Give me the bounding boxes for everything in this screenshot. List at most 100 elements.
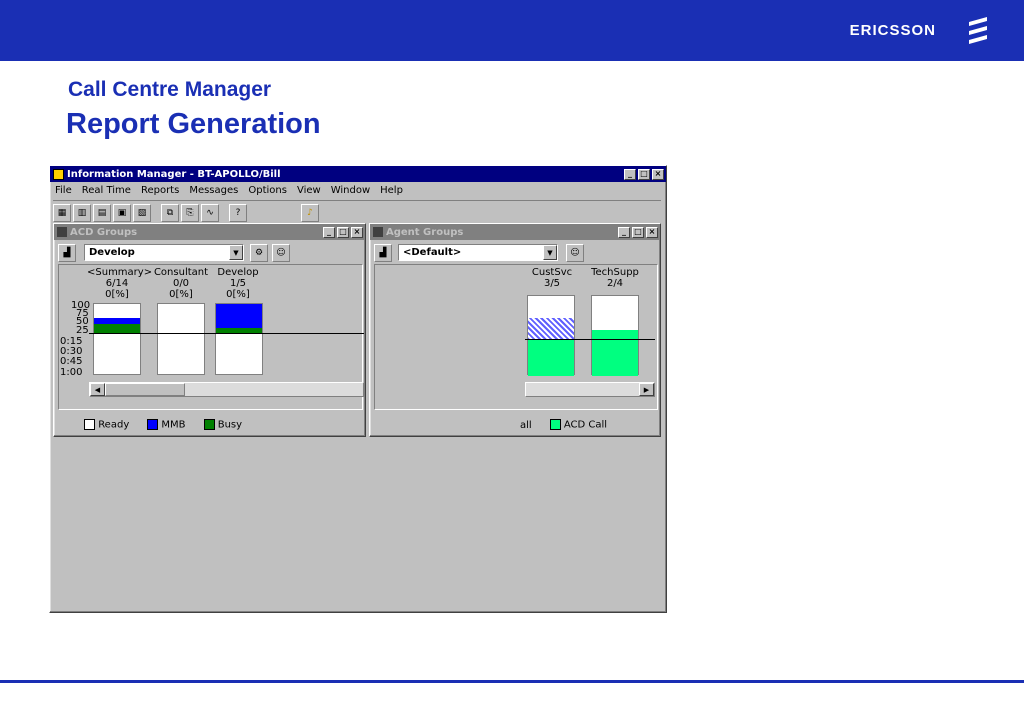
main-window: Information Manager - BT-APOLLO/Bill _ □… xyxy=(49,165,667,613)
agent-chart-area: CustSvc 3/5 TechSupp 2/4 ▶ xyxy=(374,264,658,410)
toolbar-grid-icon[interactable]: ▦ xyxy=(53,203,71,222)
acd-group-dropdown[interactable]: Develop ▼ xyxy=(84,244,244,261)
acd-col-summary: <Summary> 6/14 0[%] xyxy=(87,267,152,300)
toolbar-help-icon[interactable]: ? xyxy=(229,203,247,222)
chevron-down-icon[interactable]: ▼ xyxy=(543,245,557,260)
acd-col-name: Develop xyxy=(217,267,259,278)
acd-col-ratio: 6/14 xyxy=(105,278,129,289)
agent-person-icon[interactable]: ☺ xyxy=(566,244,584,262)
acd-call-swatch xyxy=(549,419,561,431)
acd-groups-title-bar[interactable]: ACD Groups _ □ × xyxy=(54,224,365,240)
acd-gauge-consultant xyxy=(157,303,205,375)
toolbar-table-icon[interactable]: ▣ xyxy=(113,203,131,222)
toolbar-chart-icon[interactable]: ▥ xyxy=(73,203,91,222)
menu-reports[interactable]: Reports xyxy=(136,185,184,196)
agent-chart-icon[interactable]: ▟ xyxy=(374,244,392,262)
toolbar-report-icon[interactable]: ▧ xyxy=(133,203,151,222)
agent-col-techsupp: TechSupp 2/4 xyxy=(587,267,643,289)
agent-group-dropdown[interactable]: <Default> ▼ xyxy=(398,244,558,261)
ready-segment xyxy=(94,304,140,318)
toolbar-list-icon[interactable]: ▤ xyxy=(93,203,111,222)
acd-groups-title: ACD Groups xyxy=(70,226,138,238)
acd-maximize-button[interactable]: □ xyxy=(337,226,349,238)
legend-ready-label: Ready xyxy=(98,419,130,431)
scroll-left-button[interactable]: ◀ xyxy=(90,383,105,396)
acd-col-pct: 0[%] xyxy=(226,289,250,300)
acd-agent-icon[interactable]: ☺ xyxy=(272,244,290,262)
acd-chart-icon[interactable]: ▟ xyxy=(58,244,76,262)
agent-gauge-techsupp xyxy=(591,295,639,376)
threshold-line xyxy=(525,339,655,340)
scale-label: 0:45 xyxy=(60,356,83,367)
acd-gauge-develop xyxy=(215,303,263,375)
busy-swatch xyxy=(203,419,215,431)
acd-groups-window: ACD Groups _ □ × ▟ Develop ▼ ⚙ ☺ <Summar… xyxy=(53,223,366,437)
scale-label: 1:00 xyxy=(60,367,83,378)
agent-col-name: CustSvc xyxy=(531,267,573,278)
acd-group-dropdown-value: Develop xyxy=(89,247,135,258)
footer-line xyxy=(0,680,1024,683)
legend-all-label: all xyxy=(520,419,532,431)
acd-close-button[interactable]: × xyxy=(351,226,363,238)
slide-title: Call Centre Manager xyxy=(68,78,272,101)
agent-groups-title: Agent Groups xyxy=(386,226,464,238)
legend-acd-call: ACD Call xyxy=(549,419,608,431)
menu-help[interactable]: Help xyxy=(375,185,408,196)
menu-messages[interactable]: Messages xyxy=(184,185,243,196)
menu-bar: File Real Time Reports Messages Options … xyxy=(50,182,666,198)
agent-col-ratio: 2/4 xyxy=(606,278,624,289)
legend-mmb: MMB xyxy=(147,419,186,431)
chevron-down-icon[interactable]: ▼ xyxy=(229,245,243,260)
acd-col-name: Consultant xyxy=(153,267,209,278)
acd-config-icon[interactable]: ⚙ xyxy=(250,244,268,262)
close-button[interactable]: × xyxy=(652,168,664,180)
agent-groups-window-icon xyxy=(373,227,383,237)
agent-col-ratio: 3/5 xyxy=(543,278,561,289)
maximize-button[interactable]: □ xyxy=(638,168,650,180)
mmb-segment xyxy=(216,304,262,328)
agent-col-name: TechSupp xyxy=(591,267,639,278)
menu-real-time[interactable]: Real Time xyxy=(77,185,136,196)
acd-call-segment xyxy=(528,340,574,376)
menu-options[interactable]: Options xyxy=(243,185,292,196)
main-window-title: Information Manager - BT-APOLLO/Bill xyxy=(67,168,281,180)
agent-minimize-button[interactable]: _ xyxy=(618,226,630,238)
acd-col-pct: 0[%] xyxy=(169,289,193,300)
agent-groups-title-bar[interactable]: Agent Groups _ □ × xyxy=(370,224,660,240)
brand-name: ERICSSON xyxy=(849,22,936,39)
scroll-thumb[interactable] xyxy=(105,383,185,396)
agent-col-custsvc: CustSvc 3/5 xyxy=(527,267,577,289)
acd-call-segment xyxy=(592,330,638,376)
toolbar-paste-icon[interactable]: ⎘ xyxy=(181,203,199,222)
acd-chart-area: <Summary> 6/14 0[%] Consultant 0/0 0[%] … xyxy=(58,264,364,410)
toolbar-bell-icon[interactable]: ♪ xyxy=(301,203,319,222)
agent-gauge-custsvc xyxy=(527,295,575,376)
scroll-right-button[interactable]: ▶ xyxy=(639,383,654,396)
acd-horizontal-scrollbar[interactable]: ◀ xyxy=(89,382,364,397)
acd-groups-window-icon xyxy=(57,227,67,237)
agent-close-button[interactable]: × xyxy=(646,226,658,238)
agent-legend: all ACD Call xyxy=(520,417,660,433)
legend-acd-call-label: ACD Call xyxy=(563,419,608,431)
menu-view[interactable]: View xyxy=(292,185,326,196)
acd-minimize-button[interactable]: _ xyxy=(323,226,335,238)
acd-col-ratio: 0/0 xyxy=(172,278,190,289)
hatched-segment xyxy=(528,318,574,340)
acd-gauge-summary xyxy=(93,303,141,375)
acd-legend: Ready MMB Busy xyxy=(84,417,364,433)
main-title-bar[interactable]: Information Manager - BT-APOLLO/Bill _ □… xyxy=(50,166,666,182)
minimize-button[interactable]: _ xyxy=(624,168,636,180)
agent-groups-window: Agent Groups _ □ × ▟ <Default> ▼ ☺ CustS… xyxy=(369,223,661,437)
acd-col-consultant: Consultant 0/0 0[%] xyxy=(151,267,211,300)
toolbar-wave-icon[interactable]: ∿ xyxy=(201,203,219,222)
legend-ready: Ready xyxy=(84,419,129,431)
agent-maximize-button[interactable]: □ xyxy=(632,226,644,238)
menu-file[interactable]: File xyxy=(50,185,77,196)
menu-window[interactable]: Window xyxy=(326,185,375,196)
legend-busy: Busy xyxy=(203,419,243,431)
legend-busy-label: Busy xyxy=(217,419,243,431)
agent-horizontal-scrollbar[interactable]: ▶ xyxy=(525,382,655,397)
scale-label: 25 xyxy=(76,325,89,336)
ericsson-logo-icon xyxy=(969,17,987,44)
toolbar-copy-icon[interactable]: ⧉ xyxy=(161,203,179,222)
